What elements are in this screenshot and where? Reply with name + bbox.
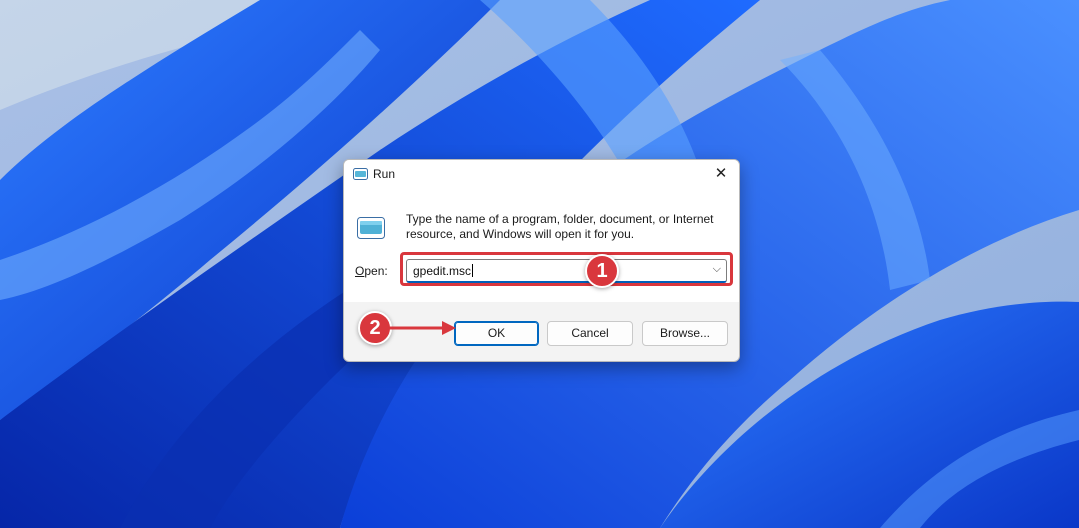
title-bar[interactable]: Run ✕ xyxy=(344,160,739,190)
ok-button[interactable]: OK xyxy=(454,321,539,346)
open-label-accelerator: O xyxy=(355,264,365,278)
cancel-button[interactable]: Cancel xyxy=(547,321,633,346)
input-highlight-box xyxy=(400,252,733,286)
step-2-marker: 2 xyxy=(358,311,392,345)
arrow-right-icon xyxy=(388,321,456,335)
close-button[interactable]: ✕ xyxy=(703,160,739,190)
browse-button[interactable]: Browse... xyxy=(642,321,728,346)
run-app-icon xyxy=(353,168,368,180)
open-label-rest: pen: xyxy=(364,264,388,278)
window-title: Run xyxy=(373,167,396,181)
step-1-marker: 1 xyxy=(585,254,619,288)
open-label: Open: xyxy=(355,264,388,278)
description-text: Type the name of a program, folder, docu… xyxy=(406,212,714,241)
close-icon: ✕ xyxy=(714,165,728,182)
run-large-icon xyxy=(357,217,385,239)
